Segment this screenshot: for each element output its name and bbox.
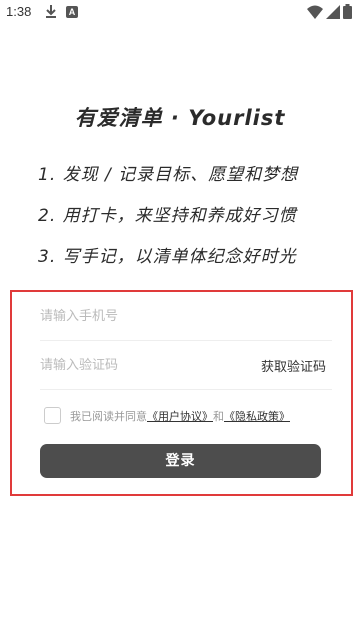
agreement-row: 我已阅读并同意 《用户协议》 和 《隐私政策》 <box>44 407 290 424</box>
status-bar: 1:38 A <box>0 0 360 24</box>
status-time: 1:38 <box>6 4 32 19</box>
a-notification-icon: A <box>66 6 78 18</box>
battery-icon <box>343 4 352 23</box>
signal-icon <box>326 4 340 23</box>
slogan-item: 2. 用打卡，来坚持和养成好习惯 <box>38 206 297 226</box>
slogan-list: 1. 发现 / 记录目标、愿望和梦想 2. 用打卡，来坚持和养成好习惯 3. 写… <box>38 163 298 286</box>
slogan-item: 3. 写手记，以清单体纪念好时光 <box>38 247 297 267</box>
user-agreement-link[interactable]: 《用户协议》 <box>147 408 213 424</box>
wifi-icon <box>307 4 323 23</box>
login-form-highlight: 获取验证码 我已阅读并同意 《用户协议》 和 《隐私政策》 登录 <box>10 290 353 496</box>
phone-field <box>40 292 332 341</box>
app-title: 有爱清单 · Yourlist <box>74 106 286 130</box>
agree-checkbox[interactable] <box>44 407 61 424</box>
phone-input[interactable] <box>40 292 240 340</box>
code-field: 获取验证码 <box>40 341 332 390</box>
login-button[interactable]: 登录 <box>40 444 321 478</box>
get-code-button[interactable]: 获取验证码 <box>261 356 326 375</box>
agree-and: 和 <box>213 409 224 423</box>
privacy-policy-link[interactable]: 《隐私政策》 <box>224 408 290 424</box>
code-input[interactable] <box>40 341 240 389</box>
slogan-item: 1. 发现 / 记录目标、愿望和梦想 <box>38 165 299 185</box>
download-icon <box>44 3 58 23</box>
agree-prefix: 我已阅读并同意 <box>70 409 147 423</box>
